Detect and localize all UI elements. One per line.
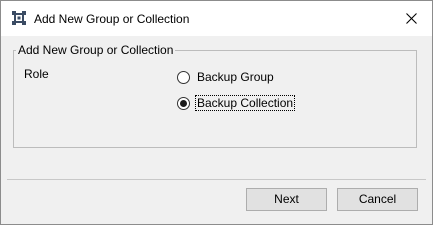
radio-backup-group[interactable]: Backup Group [177, 69, 275, 85]
close-icon [406, 13, 417, 24]
next-button[interactable]: Next [246, 188, 327, 211]
close-button[interactable] [394, 3, 428, 33]
window-title: Add New Group or Collection [34, 12, 190, 26]
group-box-legend: Add New Group or Collection [16, 43, 176, 57]
radio-circle-unchecked[interactable] [177, 70, 190, 84]
title-bar: Add New Group or Collection [1, 1, 432, 36]
footer-separator [7, 179, 426, 180]
radio-label-backup-group: Backup Group [197, 70, 274, 84]
cancel-button[interactable]: Cancel [337, 188, 418, 211]
app-logo-icon [11, 10, 27, 26]
dialog-window: Add New Group or Collection Add New Grou… [0, 0, 433, 225]
role-label: Role [24, 67, 49, 81]
radio-circle-checked[interactable] [177, 96, 190, 110]
radio-label-backup-collection: Backup Collection [194, 95, 296, 111]
radio-backup-collection[interactable]: Backup Collection [177, 95, 296, 111]
